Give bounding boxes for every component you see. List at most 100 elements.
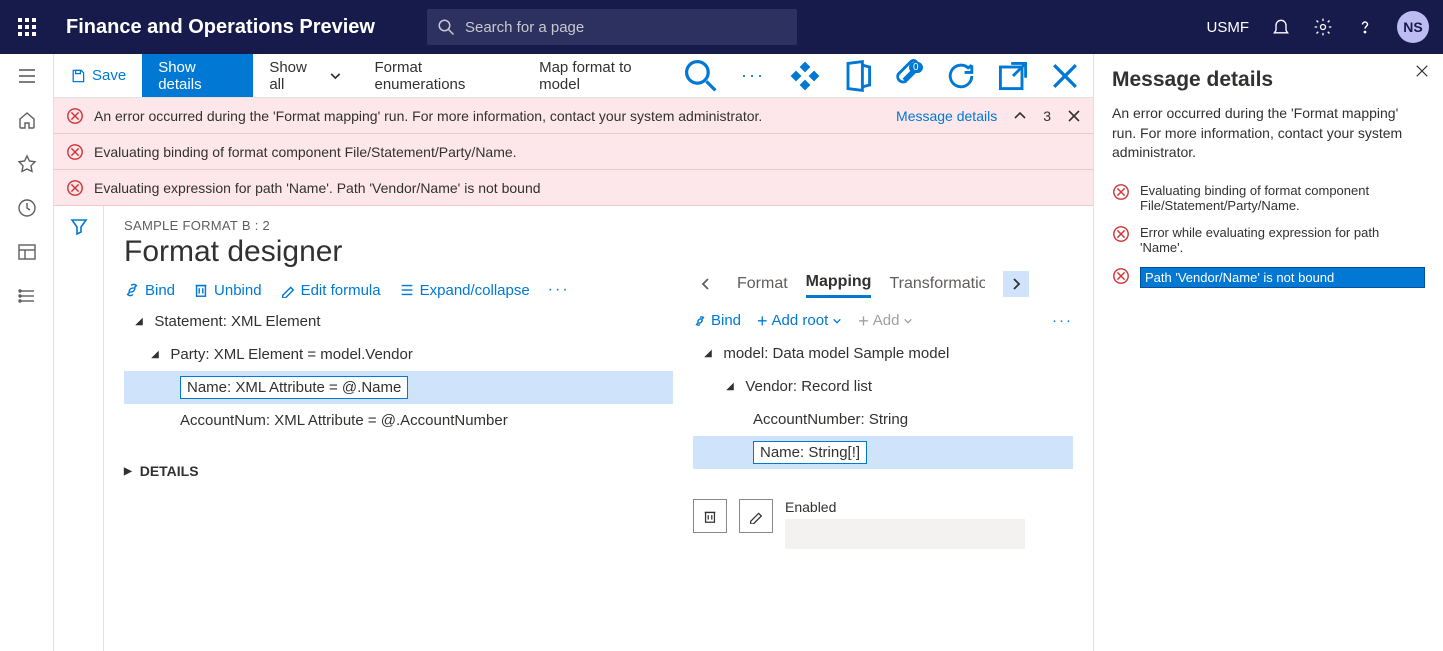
more-icon[interactable]: ··· xyxy=(735,65,771,86)
chevron-down-icon xyxy=(832,316,842,326)
panel-message-1[interactable]: Evaluating binding of format component F… xyxy=(1112,177,1425,219)
chevron-down-icon xyxy=(903,316,913,326)
enabled-field[interactable] xyxy=(785,519,1025,549)
bind-label: Bind xyxy=(145,282,175,299)
format-tree: ◢ Statement: XML Element ◢ Party: XML El… xyxy=(124,305,673,437)
expand-collapse-button[interactable]: Expand/collapse xyxy=(399,282,530,299)
bell-icon[interactable] xyxy=(1271,17,1291,37)
global-search-input[interactable]: Search for a page xyxy=(427,9,797,45)
model-node-name[interactable]: Name: String[!] xyxy=(693,436,1073,469)
modules-icon[interactable] xyxy=(17,286,37,306)
details-section-toggle[interactable]: ▶DETAILS xyxy=(124,463,673,479)
close-banner-icon[interactable] xyxy=(1067,109,1081,123)
message-details-link[interactable]: Message details xyxy=(896,108,997,124)
banner-text-1: An error occurred during the 'Format map… xyxy=(94,108,762,124)
panel-description: An error occurred during the 'Format map… xyxy=(1112,104,1425,163)
banner-text-2: Evaluating binding of format component F… xyxy=(94,144,517,160)
office-icon[interactable] xyxy=(839,58,875,94)
save-label: Save xyxy=(92,67,126,84)
error-icon xyxy=(66,107,84,125)
popout-icon[interactable] xyxy=(995,58,1031,94)
tree-node-party[interactable]: ◢ Party: XML Element = model.Vendor xyxy=(124,338,673,371)
error-icon xyxy=(66,143,84,161)
unbind-button[interactable]: Unbind xyxy=(193,282,262,299)
plugin-icon[interactable] xyxy=(787,58,823,94)
format-enumerations-button[interactable]: Format enumerations xyxy=(359,54,524,97)
error-icon xyxy=(1112,267,1130,285)
page-title: Format designer xyxy=(124,235,1073,269)
error-icon xyxy=(66,179,84,197)
tab-mapping[interactable]: Mapping xyxy=(806,269,872,298)
error-banner-3: Evaluating expression for path 'Name'. P… xyxy=(54,170,1093,206)
home-icon[interactable] xyxy=(17,110,37,130)
tree-node-statement[interactable]: ◢ Statement: XML Element xyxy=(124,305,673,338)
message-details-panel: Message details An error occurred during… xyxy=(1093,54,1443,651)
mapping-actions: Bind +Add root +Add ··· xyxy=(693,312,1073,329)
brand-title: Finance and Operations Preview xyxy=(54,16,387,39)
model-tree: ◢ model: Data model Sample model ◢ Vendo… xyxy=(693,337,1073,469)
user-avatar[interactable]: NS xyxy=(1397,11,1429,43)
command-bar: Save Show details Show all Format enumer… xyxy=(54,54,1093,98)
close-panel-icon[interactable] xyxy=(1415,64,1429,78)
mapping-more-icon[interactable]: ··· xyxy=(1052,312,1073,329)
workspace-icon[interactable] xyxy=(17,242,37,262)
toolbar-more-icon[interactable]: ··· xyxy=(548,281,570,299)
unbind-label: Unbind xyxy=(214,282,262,299)
recent-icon[interactable] xyxy=(17,198,37,218)
tab-scroll-right-icon[interactable] xyxy=(1003,271,1029,297)
panel-title: Message details xyxy=(1112,68,1425,92)
show-all-label: Show all xyxy=(269,59,321,93)
chevron-down-icon xyxy=(328,68,343,84)
tree-node-name[interactable]: Name: XML Attribute = @.Name xyxy=(124,371,673,404)
star-icon[interactable] xyxy=(17,154,37,174)
filter-icon[interactable] xyxy=(69,216,89,651)
tab-format[interactable]: Format xyxy=(737,271,788,297)
tab-transformations[interactable]: Transformations xyxy=(889,271,985,297)
gear-icon[interactable] xyxy=(1313,17,1333,37)
search-placeholder: Search for a page xyxy=(465,19,584,36)
edit-formula-button[interactable]: Edit formula xyxy=(280,282,381,299)
top-nav: Finance and Operations Preview Search fo… xyxy=(0,0,1443,54)
delete-property-button[interactable] xyxy=(693,499,727,533)
show-details-label: Show details xyxy=(158,59,237,93)
save-button[interactable]: Save xyxy=(54,54,142,97)
attachments-badge: 0 xyxy=(909,62,923,73)
refresh-icon[interactable] xyxy=(943,58,979,94)
enabled-label: Enabled xyxy=(785,499,1025,515)
map-format-label: Map format to model xyxy=(539,59,667,93)
model-node-root[interactable]: ◢ model: Data model Sample model xyxy=(693,337,1073,370)
bind-button[interactable]: Bind xyxy=(124,282,175,299)
breadcrumb: SAMPLE FORMAT B : 2 xyxy=(124,218,1073,233)
panel-message-2[interactable]: Error while evaluating expression for pa… xyxy=(1112,219,1425,261)
filter-column xyxy=(54,206,104,651)
edit-property-button[interactable] xyxy=(739,499,773,533)
property-box: Enabled xyxy=(693,499,1073,549)
designer-toolbar: Bind Unbind Edit formula Expand/collapse… xyxy=(124,281,673,299)
edit-formula-label: Edit formula xyxy=(301,282,381,299)
show-all-button[interactable]: Show all xyxy=(253,54,358,97)
app-launcher-button[interactable] xyxy=(0,17,54,37)
expand-label: Expand/collapse xyxy=(420,282,530,299)
collapse-messages-button[interactable] xyxy=(1013,111,1027,121)
company-picker[interactable]: USMF xyxy=(1207,19,1250,36)
show-details-button[interactable]: Show details xyxy=(142,54,253,97)
help-icon[interactable] xyxy=(1355,17,1375,37)
format-enum-label: Format enumerations xyxy=(375,59,508,93)
add-button: +Add xyxy=(858,312,913,329)
attachments-icon[interactable]: 0 xyxy=(891,58,927,94)
panel-message-3[interactable]: Path 'Vendor/Name' is not bound xyxy=(1112,261,1425,294)
error-icon xyxy=(1112,225,1130,243)
details-label: DETAILS xyxy=(140,463,199,479)
tab-scroll-left-icon[interactable] xyxy=(693,271,719,297)
find-icon[interactable] xyxy=(683,58,719,94)
tree-node-accountnum[interactable]: AccountNum: XML Attribute = @.AccountNum… xyxy=(124,404,673,437)
close-page-icon[interactable] xyxy=(1047,58,1083,94)
model-node-vendor[interactable]: ◢ Vendor: Record list xyxy=(693,370,1073,403)
model-node-accountnumber[interactable]: AccountNumber: String xyxy=(693,403,1073,436)
map-format-button[interactable]: Map format to model xyxy=(523,54,683,97)
error-banner-1: An error occurred during the 'Format map… xyxy=(54,98,1093,134)
banner-text-3: Evaluating expression for path 'Name'. P… xyxy=(94,180,541,196)
add-root-button[interactable]: +Add root xyxy=(757,312,842,329)
hamburger-icon[interactable] xyxy=(17,66,37,86)
mapping-bind-button[interactable]: Bind xyxy=(693,312,741,329)
